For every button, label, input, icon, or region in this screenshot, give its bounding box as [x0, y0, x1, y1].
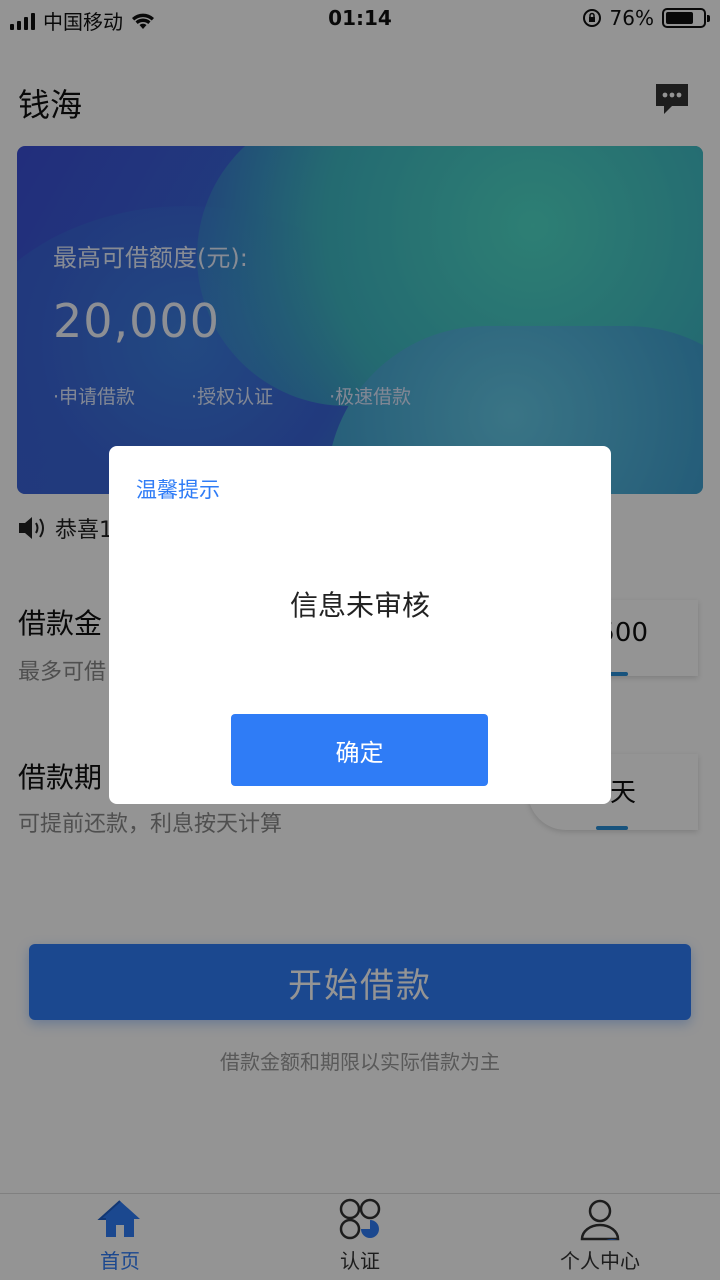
dialog-title: 温馨提示	[136, 478, 220, 502]
dialog-message: 信息未审核	[289, 589, 430, 622]
app-screen: 中国移动 01:14 76% 钱海 最高可借额度(元): 20,000 ·申请借…	[0, 0, 720, 1280]
alert-dialog: 温馨提示 信息未审核 确定	[109, 446, 611, 804]
confirm-button[interactable]: 确定	[231, 714, 488, 786]
